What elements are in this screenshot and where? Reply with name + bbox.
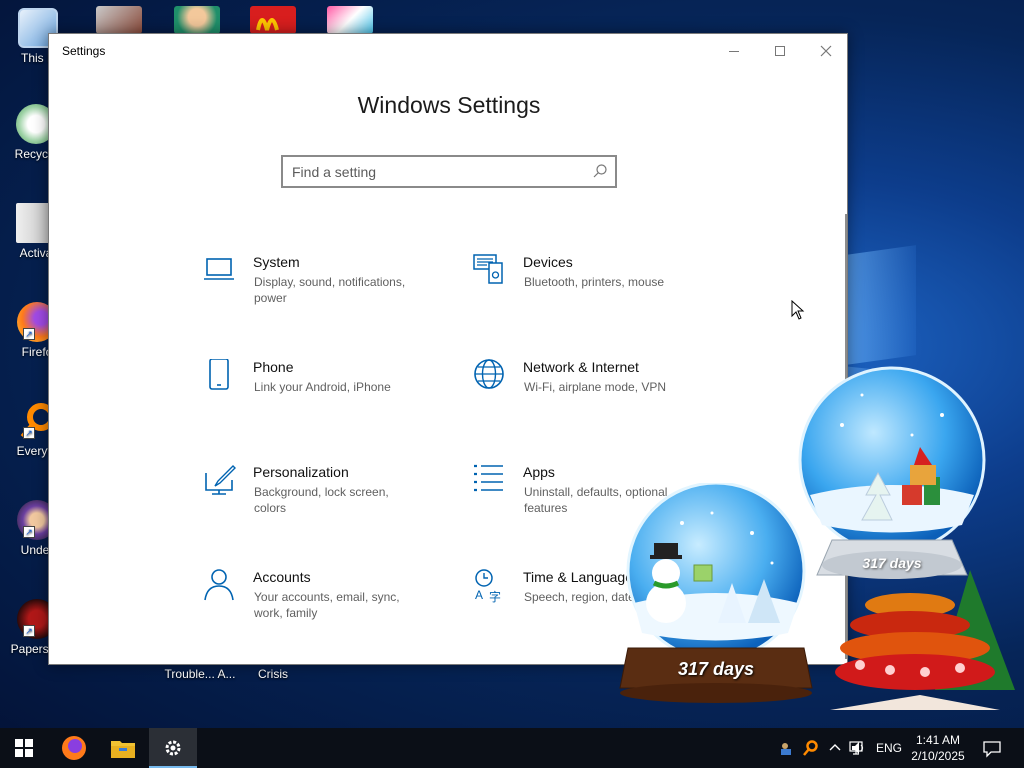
category-description: Display, sound, notifications, power (254, 275, 406, 305)
category-network[interactable]: Network & Internet Wi-Fi, airplane mode,… (473, 359, 713, 429)
taskbar: ENG 1:41 AM 2/10/2025 (0, 728, 1024, 768)
christmas-tree-gadget[interactable] (830, 570, 1020, 720)
close-icon (820, 45, 832, 57)
search-box[interactable] (281, 155, 617, 188)
chevron-up-icon[interactable] (827, 740, 843, 756)
folder-icon (111, 741, 135, 758)
taskbar-file-explorer[interactable] (99, 728, 147, 768)
clock[interactable]: 1:41 AM 2/10/2025 (900, 732, 976, 764)
shortcut-arrow-icon: ↗ (23, 526, 35, 538)
volume-icon[interactable] (850, 740, 866, 756)
days-counter: 317 days (862, 555, 922, 571)
desktop-thumbnail[interactable] (327, 6, 373, 34)
category-description: Bluetooth, printers, mouse (524, 275, 665, 289)
gear-icon (165, 740, 181, 756)
clock-time: 1:41 AM (915, 733, 961, 747)
desktop-icon-trouble[interactable]: Trouble... A... (160, 667, 240, 681)
category-description: Link your Android, iPhone (254, 380, 391, 394)
laptop-icon (204, 258, 234, 280)
clock-date: 2/10/2025 (911, 749, 965, 763)
window-title: Settings (62, 44, 106, 58)
desktop-thumbnail[interactable] (96, 6, 142, 34)
page-title: Windows Settings (357, 92, 541, 118)
desktop-icon-label: Crisis (258, 667, 288, 681)
desktop-icon-crisis[interactable]: Crisis (248, 667, 298, 681)
apps-list-icon (474, 464, 503, 492)
windows-logo-icon (15, 739, 33, 757)
close-button[interactable] (803, 34, 849, 66)
globe-icon (474, 359, 504, 389)
title-bar[interactable]: Settings (49, 34, 847, 66)
person-icon (204, 569, 234, 601)
category-title: Accounts (253, 569, 311, 585)
category-description: Wi-Fi, airplane mode, VPN (524, 380, 667, 394)
christmas-tree-icon (830, 570, 1015, 710)
svg-text:字: 字 (489, 589, 501, 603)
notifications-icon[interactable] (983, 740, 1001, 758)
category-title: Phone (253, 359, 294, 375)
category-accounts[interactable]: Accounts Your accounts, email, sync, wor… (203, 569, 443, 639)
taskbar-firefox[interactable] (50, 728, 98, 768)
devices-icon (473, 254, 503, 284)
people-tray-icon[interactable] (779, 740, 795, 756)
category-system[interactable]: System Display, sound, notifications, po… (203, 254, 443, 324)
shortcut-arrow-icon: ↗ (23, 328, 35, 340)
snow-globe-gadget[interactable]: 317 days (792, 365, 992, 590)
category-description: Your accounts, email, sync, work, family (254, 590, 400, 620)
time-language-icon: A字 (475, 569, 501, 603)
mouse-cursor-icon (791, 300, 805, 320)
category-title: System (253, 254, 300, 270)
category-description: Background, lock screen, colors (254, 485, 389, 515)
search-tray-icon[interactable] (803, 740, 819, 756)
wallpaper-beam (846, 245, 916, 365)
category-phone[interactable]: Phone Link your Android, iPhone (203, 359, 443, 429)
desktop-thumbnail[interactable] (174, 6, 220, 34)
taskbar-settings[interactable] (149, 728, 197, 768)
category-title: Personalization (253, 464, 349, 480)
firefox-icon (62, 736, 86, 760)
category-title: Devices (523, 254, 573, 270)
category-devices[interactable]: Devices Bluetooth, printers, mouse (473, 254, 713, 324)
shortcut-arrow-icon: ↗ (23, 427, 35, 439)
minimize-button[interactable] (711, 34, 757, 66)
search-input[interactable] (283, 157, 583, 186)
phone-icon (209, 359, 229, 390)
language-indicator[interactable]: ENG (876, 741, 902, 755)
maximize-button[interactable] (757, 34, 803, 66)
category-title: Network & Internet (523, 359, 639, 375)
days-counter: 317 days (677, 659, 755, 679)
minimize-icon (729, 50, 739, 52)
category-personalization[interactable]: Personalization Background, lock screen,… (203, 464, 443, 534)
svg-text:A: A (475, 588, 483, 602)
snowman-globe-gadget[interactable]: 317 days (612, 481, 820, 705)
search-icon (593, 164, 607, 178)
shortcut-arrow-icon: ↗ (23, 625, 35, 637)
category-title: Apps (523, 464, 555, 480)
start-button[interactable] (0, 728, 48, 768)
maximize-icon (775, 46, 785, 57)
desktop-icon-label: Trouble... A... (164, 667, 236, 681)
desktop-thumbnail[interactable] (250, 6, 296, 34)
brush-icon (205, 465, 236, 495)
